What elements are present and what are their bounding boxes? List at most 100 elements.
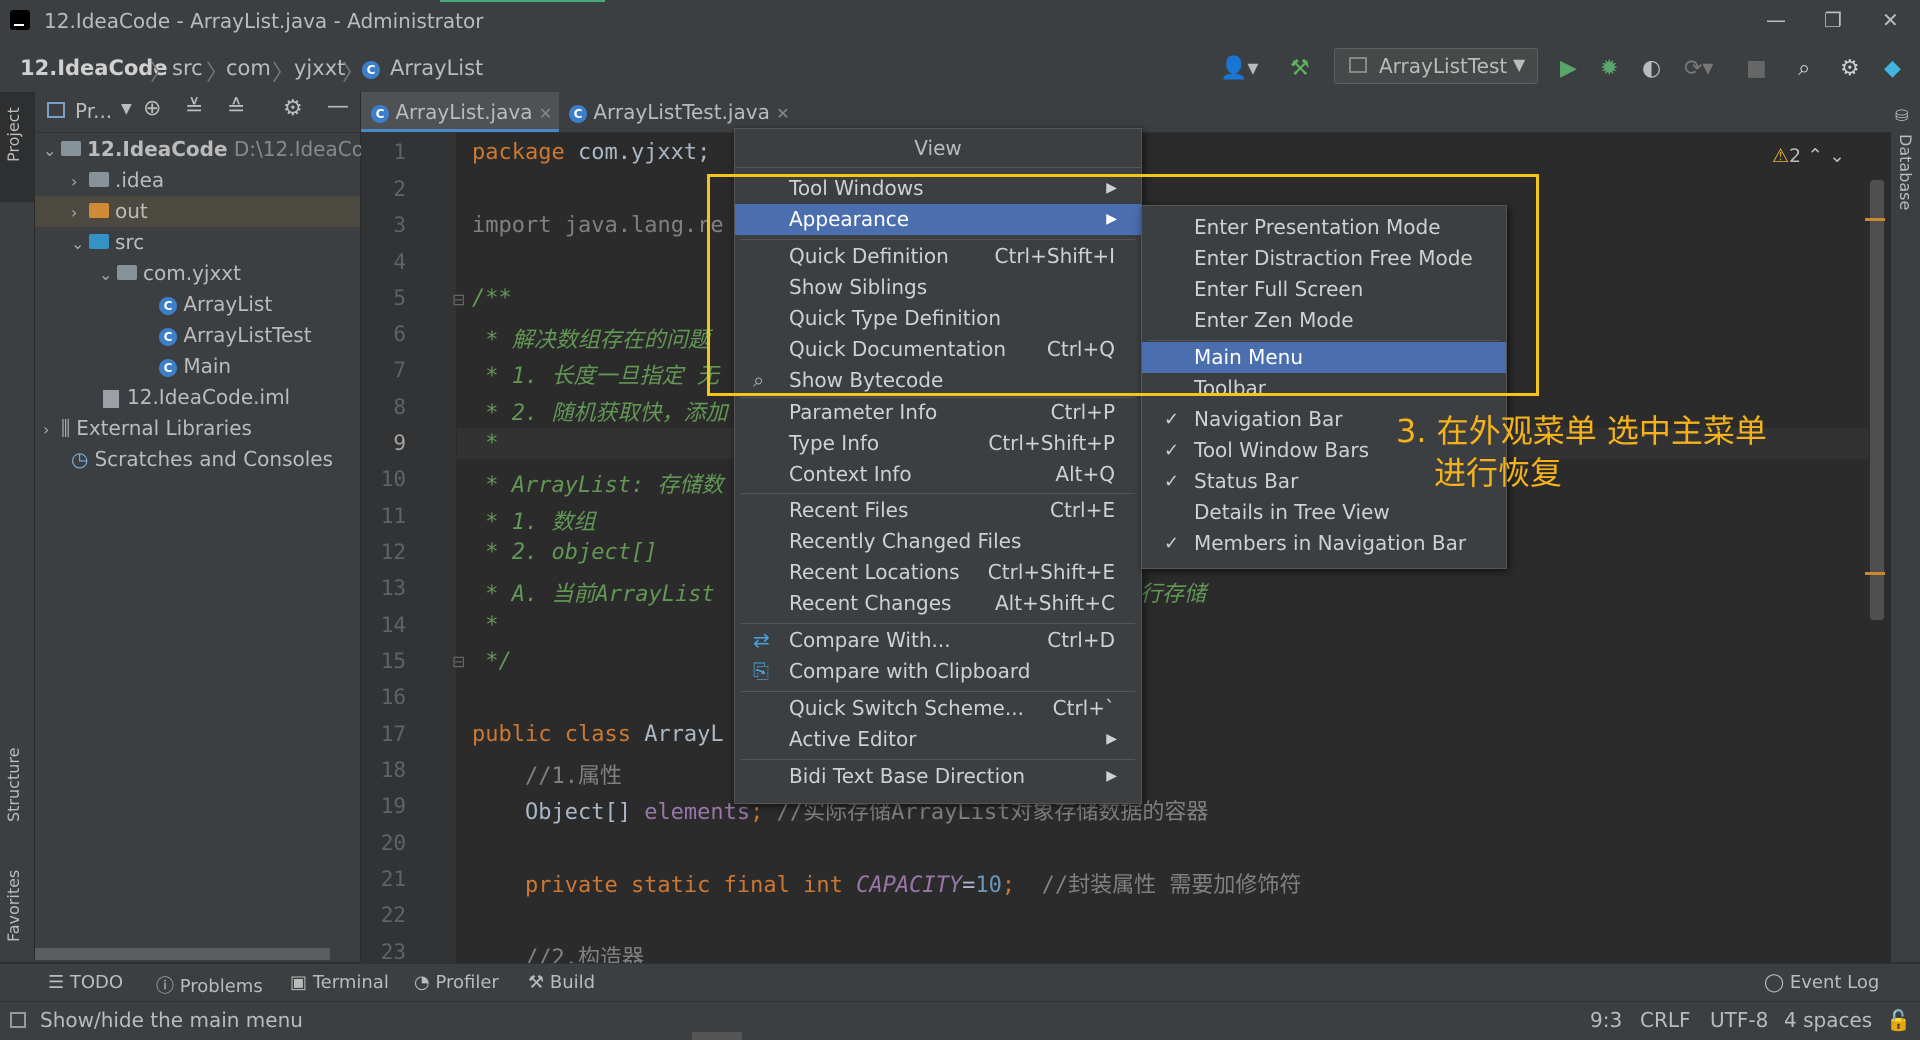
profiler-tool-button[interactable]: ◔ Profiler bbox=[414, 972, 499, 993]
code-line-21[interactable]: private static final int CAPACITY=10; //… bbox=[472, 867, 1301, 899]
profile-icon[interactable]: ⟳▾ bbox=[1684, 56, 1713, 81]
hide-panel-icon[interactable]: — bbox=[327, 94, 349, 119]
chevron-right-icon[interactable]: › bbox=[71, 197, 89, 228]
debug-icon[interactable]: ✹ bbox=[1600, 56, 1618, 81]
code-line-14[interactable]: * bbox=[472, 613, 498, 638]
menu-item-active-editor[interactable]: Active Editor ▶ bbox=[735, 724, 1141, 755]
event-log-button[interactable]: ◯ Event Log bbox=[1764, 972, 1879, 993]
tree-item-out[interactable]: › out bbox=[35, 196, 360, 227]
chevron-down-icon[interactable]: ⌄ bbox=[99, 259, 117, 290]
todo-tool-button[interactable]: ☰ TODO bbox=[48, 972, 123, 993]
fold-marker-icon[interactable]: ⊟ bbox=[452, 652, 465, 671]
toggle-tool-windows-icon[interactable] bbox=[10, 1012, 26, 1028]
breadcrumb-yjxxt[interactable]: yjxxt bbox=[294, 56, 345, 80]
database-icon[interactable]: ⛁ bbox=[1895, 106, 1908, 125]
submenu-item-details-tree-view[interactable]: Details in Tree View bbox=[1142, 497, 1506, 528]
favorites-tool-label[interactable]: Favorites bbox=[4, 870, 23, 942]
coverage-icon[interactable]: ◐ bbox=[1642, 56, 1661, 81]
project-tool-tab[interactable]: Project bbox=[0, 92, 34, 202]
close-tab-icon[interactable]: ✕ bbox=[539, 104, 552, 123]
tab-arraylist-java[interactable]: C ArrayList.java ✕ bbox=[361, 92, 559, 132]
code-line-5[interactable]: /** bbox=[472, 286, 512, 311]
submenu-item-members-nav-bar[interactable]: ✓ Members in Navigation Bar bbox=[1142, 528, 1506, 559]
jetbrains-toolbox-icon[interactable]: ◆ bbox=[1884, 56, 1901, 81]
lock-icon[interactable]: 🔓 bbox=[1886, 1008, 1911, 1032]
menu-item-compare-clipboard[interactable]: ⎘ Compare with Clipboard bbox=[735, 656, 1141, 687]
tree-item-idea[interactable]: › .idea bbox=[35, 165, 360, 196]
caret-position[interactable]: 9:3 bbox=[1590, 1008, 1622, 1032]
structure-tool-label[interactable]: Structure bbox=[4, 748, 23, 822]
code-line-6[interactable]: * 解决数组存在的问题 bbox=[472, 322, 710, 354]
breadcrumb-project[interactable]: 12.IdeaCode bbox=[20, 56, 168, 80]
settings-gear-icon[interactable]: ⚙ bbox=[1840, 56, 1860, 81]
tree-item-main[interactable]: C Main bbox=[35, 351, 360, 382]
menu-item-recent-files[interactable]: Recent Files Ctrl+E bbox=[735, 495, 1141, 526]
code-line-12[interactable]: * 2. object[] bbox=[472, 540, 657, 565]
code-line-10[interactable]: * ArrayList: 存储数 bbox=[472, 467, 723, 499]
project-horizontal-scrollbar[interactable] bbox=[35, 948, 330, 960]
editor-vertical-scrollbar[interactable] bbox=[1870, 180, 1884, 620]
menu-item-recently-changed-files[interactable]: Recently Changed Files bbox=[735, 526, 1141, 557]
restore-button[interactable]: ❐ bbox=[1824, 8, 1842, 32]
locate-target-icon[interactable]: ⊕ bbox=[143, 96, 161, 121]
expand-all-icon[interactable]: ≚ bbox=[185, 96, 203, 121]
run-configuration-select[interactable]: ArrayListTest ▼ bbox=[1334, 48, 1538, 84]
tree-item-src[interactable]: ⌄ src bbox=[35, 227, 360, 258]
stop-icon[interactable]: ■ bbox=[1746, 56, 1767, 81]
inspection-widget[interactable]: ⚠2 ⌃ ⌄ bbox=[1772, 145, 1845, 167]
menu-item-context-info[interactable]: Context Info Alt+Q bbox=[735, 459, 1141, 490]
breadcrumb-arraylist[interactable]: ArrayList bbox=[390, 56, 483, 80]
chevron-down-icon[interactable]: ⌄ bbox=[43, 135, 61, 166]
tree-item-com-yjxxt[interactable]: ⌄ com.yjxxt bbox=[35, 258, 360, 289]
warning-stripe-marker[interactable] bbox=[1865, 572, 1885, 575]
file-encoding[interactable]: UTF-8 bbox=[1710, 1008, 1768, 1032]
breadcrumb-src[interactable]: src bbox=[172, 56, 203, 80]
tree-item-arraylist[interactable]: C ArrayList bbox=[35, 289, 360, 320]
build-tool-button[interactable]: ⚒ Build bbox=[528, 972, 595, 993]
chevron-right-icon[interactable]: › bbox=[71, 166, 89, 197]
collapse-all-icon[interactable]: ≙ bbox=[227, 96, 245, 121]
code-line-18[interactable]: //1.属性 bbox=[472, 758, 622, 790]
chevron-right-icon[interactable]: › bbox=[43, 414, 61, 445]
indent-setting[interactable]: 4 spaces bbox=[1784, 1008, 1872, 1032]
code-line-9[interactable]: * bbox=[472, 431, 498, 456]
code-line-15[interactable]: */ bbox=[472, 649, 512, 674]
tree-item-external-libraries[interactable]: › ⫼ External Libraries bbox=[35, 413, 360, 444]
menu-item-compare-with[interactable]: ⇄ Compare With... Ctrl+D bbox=[735, 625, 1141, 656]
menu-item-bidi-text-direction[interactable]: Bidi Text Base Direction ▶ bbox=[735, 761, 1141, 792]
terminal-tool-button[interactable]: ▣ Terminal bbox=[290, 972, 389, 993]
tab-arraylisttest-java[interactable]: C ArrayListTest.java ✕ bbox=[559, 92, 799, 132]
menu-item-type-info[interactable]: Type Info Ctrl+Shift+P bbox=[735, 428, 1141, 459]
warning-stripe-marker[interactable] bbox=[1865, 218, 1885, 221]
tree-item-arraylisttest[interactable]: C ArrayListTest bbox=[35, 320, 360, 351]
tree-item-12ideacode[interactable]: ⌄ 12.IdeaCode D:\12.IdeaCo bbox=[35, 134, 364, 166]
problems-tool-button[interactable]: ⓘ Problems bbox=[156, 972, 263, 998]
chevron-down-icon[interactable]: ⌄ bbox=[1829, 145, 1845, 167]
code-line-7[interactable]: * 1. 长度一旦指定 无 bbox=[472, 358, 718, 390]
close-button[interactable]: ✕ bbox=[1882, 8, 1899, 32]
line-separator[interactable]: CRLF bbox=[1640, 1008, 1691, 1032]
build-hammer-icon[interactable]: ⚒ bbox=[1290, 56, 1310, 81]
code-line-13[interactable]: * A. 当前ArrayList bbox=[472, 576, 714, 608]
code-line-1[interactable]: package com.yjxxt; bbox=[472, 140, 710, 165]
code-line-17[interactable]: public class ArrayL bbox=[472, 722, 724, 747]
search-icon[interactable]: ⌕ bbox=[1798, 56, 1810, 81]
close-tab-icon[interactable]: ✕ bbox=[776, 104, 789, 123]
account-icon[interactable]: 👤▾ bbox=[1220, 56, 1258, 81]
menu-item-quick-switch-scheme[interactable]: Quick Switch Scheme... Ctrl+` bbox=[735, 693, 1141, 724]
fold-marker-icon[interactable]: ⊟ bbox=[452, 290, 465, 309]
code-line-3[interactable]: import java.lang.re bbox=[472, 213, 724, 238]
project-view-select[interactable]: Pr... bbox=[75, 99, 112, 123]
menu-item-parameter-info[interactable]: Parameter Info Ctrl+P bbox=[735, 397, 1141, 428]
menu-item-recent-locations[interactable]: Recent Locations Ctrl+Shift+E bbox=[735, 557, 1141, 588]
breadcrumb-com[interactable]: com bbox=[226, 56, 271, 80]
chevron-down-icon[interactable]: ⌄ bbox=[71, 228, 89, 259]
run-icon[interactable]: ▶ bbox=[1560, 56, 1577, 81]
minimize-button[interactable]: — bbox=[1766, 8, 1786, 32]
chevron-up-icon[interactable]: ⌃ bbox=[1807, 145, 1823, 167]
code-line-8[interactable]: * 2. 随机获取快，添加 bbox=[472, 395, 727, 427]
tree-item-scratches[interactable]: ◷ Scratches and Consoles bbox=[35, 444, 360, 475]
settings-gear-icon[interactable]: ⚙ bbox=[283, 96, 303, 121]
menu-item-recent-changes[interactable]: Recent Changes Alt+Shift+C bbox=[735, 588, 1141, 619]
code-line-11[interactable]: * 1. 数组 bbox=[472, 504, 595, 536]
